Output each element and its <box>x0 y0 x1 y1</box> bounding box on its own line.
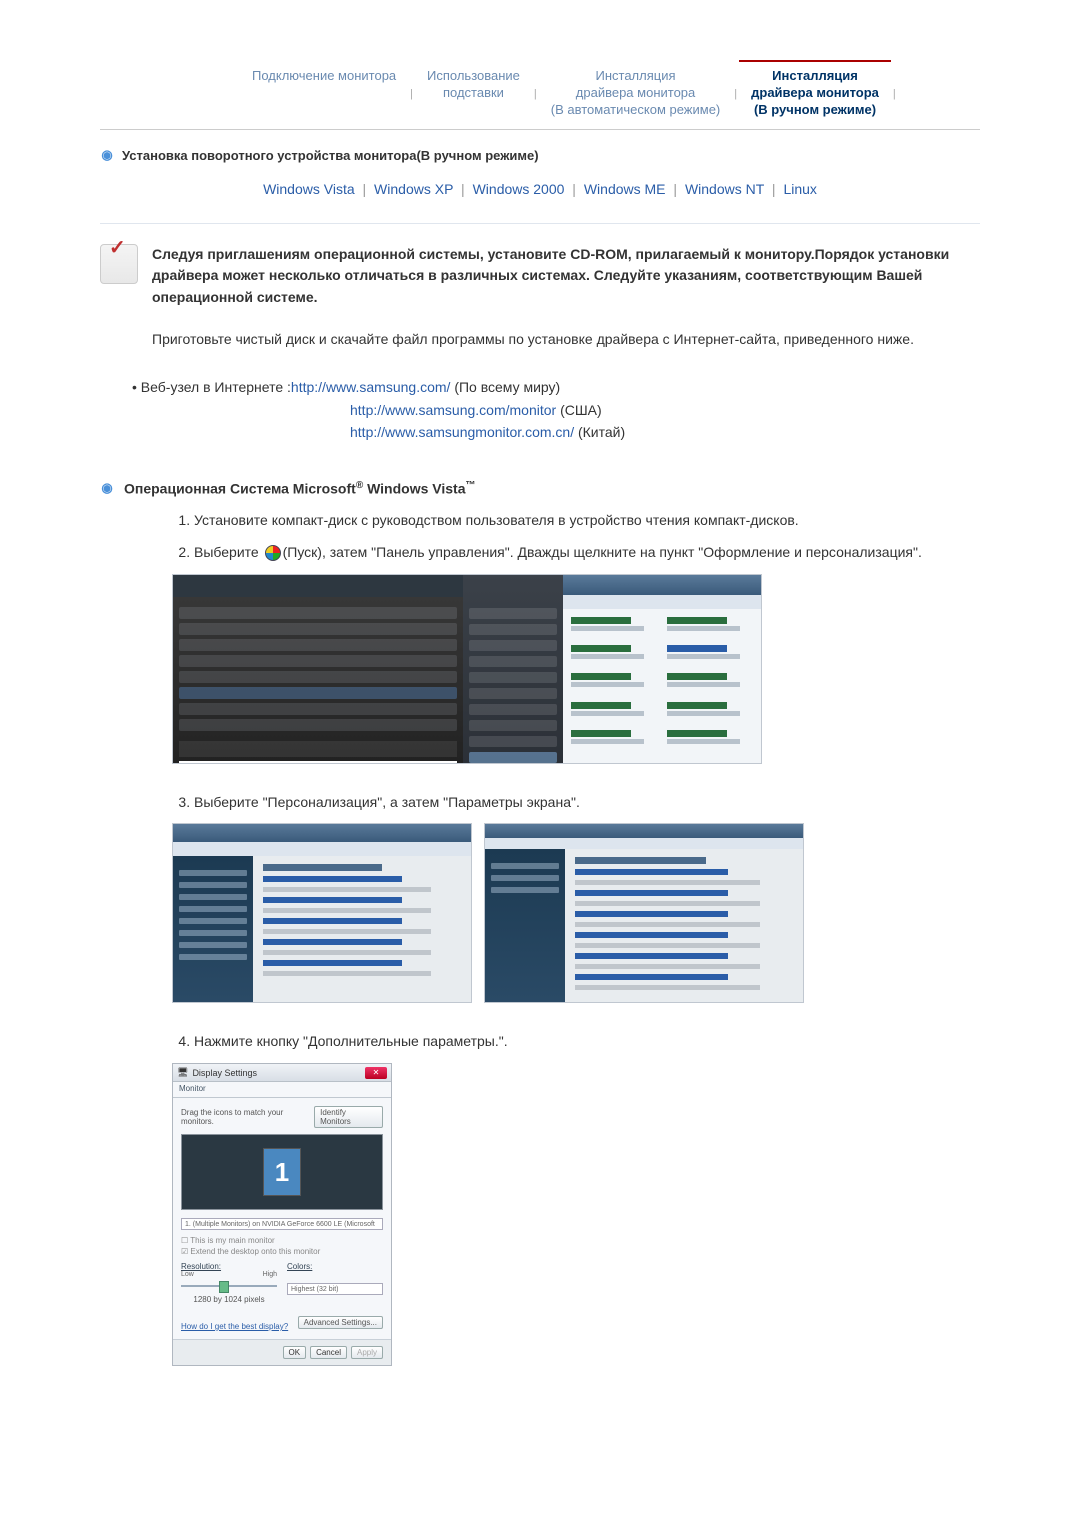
steps-list-4: Нажмите кнопку "Дополнительные параметры… <box>172 1031 980 1053</box>
download-paragraph: Приготовьте чистый диск и скачайте файл … <box>152 329 980 351</box>
colors-label: Colors: <box>287 1262 383 1271</box>
help-link[interactable]: How do I get the best display? <box>181 1322 288 1331</box>
os-link-linux[interactable]: Linux <box>783 181 816 197</box>
tab-sep: | <box>408 88 415 100</box>
tab-install-manual[interactable]: Инсталляция драйвера монитора (В ручном … <box>739 60 891 129</box>
step-2-pre: Выберите <box>194 544 263 560</box>
divider <box>100 223 980 224</box>
web-links: Веб-узел в Интернете :http://www.samsung… <box>100 376 980 443</box>
resolution-label: Resolution: <box>181 1262 277 1271</box>
cancel-button[interactable]: Cancel <box>310 1346 347 1359</box>
screenshot-personalization-panel <box>484 823 804 1003</box>
os-link-me[interactable]: Windows ME <box>584 181 666 197</box>
web-link-usa[interactable]: http://www.samsung.com/monitor <box>350 402 556 418</box>
tab-install-auto[interactable]: Инсталляция драйвера монитора (В автомат… <box>539 60 732 129</box>
drag-text: Drag the icons to match your monitors. <box>181 1108 314 1126</box>
os-link-xp[interactable]: Windows XP <box>374 181 453 197</box>
web-link-china[interactable]: http://www.samsungmonitor.com.cn/ <box>350 424 574 440</box>
ok-button[interactable]: OK <box>283 1346 307 1359</box>
os-link-2000[interactable]: Windows 2000 <box>473 181 565 197</box>
web-label: Веб-узел в Интернете : <box>141 379 291 395</box>
step-2-post: (Пуск), затем "Панель управления". Дважд… <box>283 544 922 560</box>
web-after-china: (Китай) <box>574 424 625 440</box>
steps-list-3: Выберите "Персонализация", а затем "Пара… <box>172 792 980 814</box>
web-after-usa: (США) <box>556 402 602 418</box>
screenshot-start-controlpanel <box>172 574 762 764</box>
steps-list: Установите компакт-диск с руководством п… <box>172 510 980 563</box>
slider-low: Low <box>181 1271 194 1278</box>
web-link-world[interactable]: http://www.samsung.com/ <box>291 379 451 395</box>
step-3: Выберите "Персонализация", а затем "Пара… <box>194 792 980 814</box>
tabs-row: Подключение монитора | Использование под… <box>100 60 980 130</box>
web-after-world: (По всему миру) <box>450 379 560 395</box>
start-orb-icon <box>265 545 281 561</box>
os-links: Windows Vista | Windows XP | Windows 200… <box>100 181 980 197</box>
screenshot-row-personalization <box>172 823 980 1003</box>
section-title-pre: Операционная Система Microsoft <box>124 480 356 496</box>
screenshot-display-settings: 🖥 Display Settings ✕ Monitor Drag the ic… <box>172 1063 392 1366</box>
main-monitor-checkbox[interactable]: ☐ This is my main monitor <box>181 1236 383 1245</box>
slider-high: High <box>263 1271 277 1278</box>
monitor-preview[interactable]: 1 <box>181 1134 383 1210</box>
resolution-value: 1280 by 1024 pixels <box>181 1295 277 1304</box>
note-block: Следуя приглашениям операционной системы… <box>100 244 980 309</box>
resolution-slider[interactable] <box>181 1281 277 1291</box>
dialog-tab-monitor[interactable]: Monitor <box>173 1082 391 1098</box>
tab-sep: | <box>891 88 898 100</box>
subheader-row: Установка поворотного устройства монитор… <box>100 148 980 163</box>
step-2: Выберите (Пуск), затем "Панель управлени… <box>194 542 980 564</box>
bullet-icon <box>100 148 114 162</box>
monitor-dropdown[interactable]: 1. (Multiple Monitors) on NVIDIA GeForce… <box>181 1218 383 1230</box>
dialog-title-icon: 🖥 <box>177 1067 188 1078</box>
section-title-mid: Windows Vista <box>363 480 465 496</box>
advanced-settings-button[interactable]: Advanced Settings... <box>298 1316 383 1329</box>
os-link-vista[interactable]: Windows Vista <box>263 181 355 197</box>
dialog-title: Display Settings <box>188 1068 365 1078</box>
monitor-1-icon[interactable]: 1 <box>263 1148 301 1196</box>
tm-mark-icon: ™ <box>466 480 476 491</box>
extend-desktop-checkbox[interactable]: ☑ Extend the desktop onto this monitor <box>181 1247 383 1256</box>
tab-sep: | <box>732 88 739 100</box>
step-1: Установите компакт-диск с руководством п… <box>194 510 980 532</box>
os-link-nt[interactable]: Windows NT <box>685 181 764 197</box>
note-text: Следуя приглашениям операционной системы… <box>152 244 980 309</box>
apply-button[interactable]: Apply <box>351 1346 383 1359</box>
tab-stand[interactable]: Использование подставки <box>415 60 532 129</box>
screenshot-appearance-panel <box>172 823 472 1003</box>
subheader-text: Установка поворотного устройства монитор… <box>122 148 539 163</box>
tab-sep: | <box>532 88 539 100</box>
step-4: Нажмите кнопку "Дополнительные параметры… <box>194 1031 980 1053</box>
section-title: Операционная Система Microsoft® Windows … <box>100 480 980 497</box>
tab-connect[interactable]: Подключение монитора <box>240 60 408 129</box>
close-icon[interactable]: ✕ <box>365 1067 387 1079</box>
identify-monitors-button[interactable]: Identify Monitors <box>314 1106 383 1128</box>
colors-dropdown[interactable]: Highest (32 bit) <box>287 1283 383 1295</box>
note-icon <box>100 244 138 284</box>
bullet-icon <box>100 481 114 495</box>
